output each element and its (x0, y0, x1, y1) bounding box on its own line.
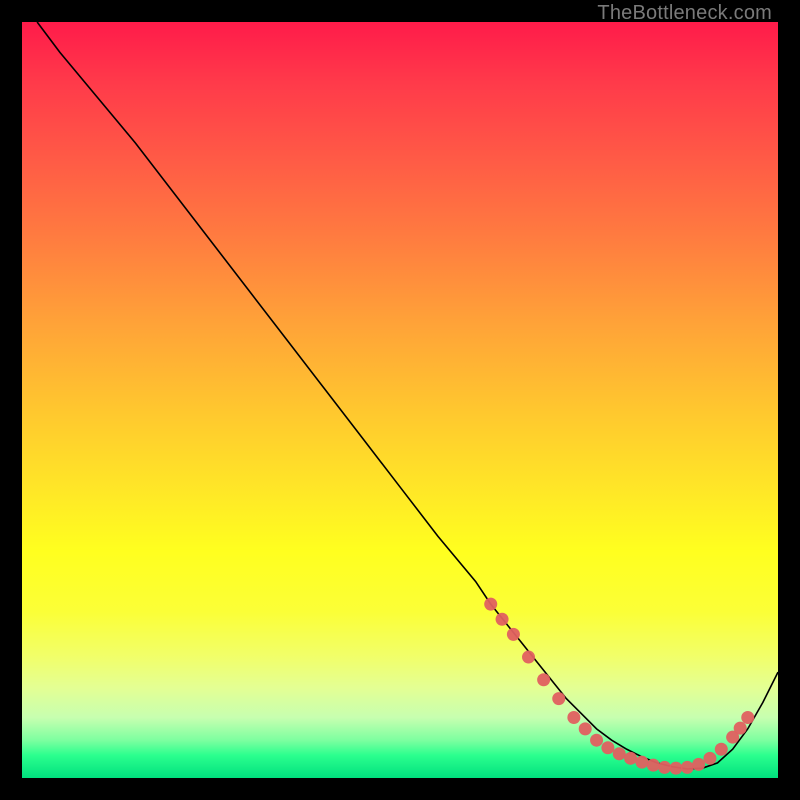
bottleneck-curve (37, 22, 778, 769)
data-marker (496, 613, 509, 626)
data-marker (658, 761, 671, 774)
data-marker (579, 722, 592, 735)
data-marker (647, 759, 660, 772)
data-marker (715, 743, 728, 756)
data-marker (590, 734, 603, 747)
data-marker (624, 752, 637, 765)
data-marker (567, 711, 580, 724)
data-marker (692, 758, 705, 771)
data-marker (601, 741, 614, 754)
marker-group (484, 598, 754, 775)
data-marker (484, 598, 497, 611)
data-marker (635, 756, 648, 769)
data-marker (613, 747, 626, 760)
data-marker (669, 762, 682, 775)
data-marker (741, 711, 754, 724)
data-marker (552, 692, 565, 705)
data-marker (522, 651, 535, 664)
data-marker (681, 761, 694, 774)
data-marker (507, 628, 520, 641)
plot-area (22, 22, 778, 778)
data-marker (734, 722, 747, 735)
data-marker (537, 673, 550, 686)
data-marker (703, 752, 716, 765)
chart-frame: TheBottleneck.com (0, 0, 800, 800)
chart-svg (22, 22, 778, 778)
